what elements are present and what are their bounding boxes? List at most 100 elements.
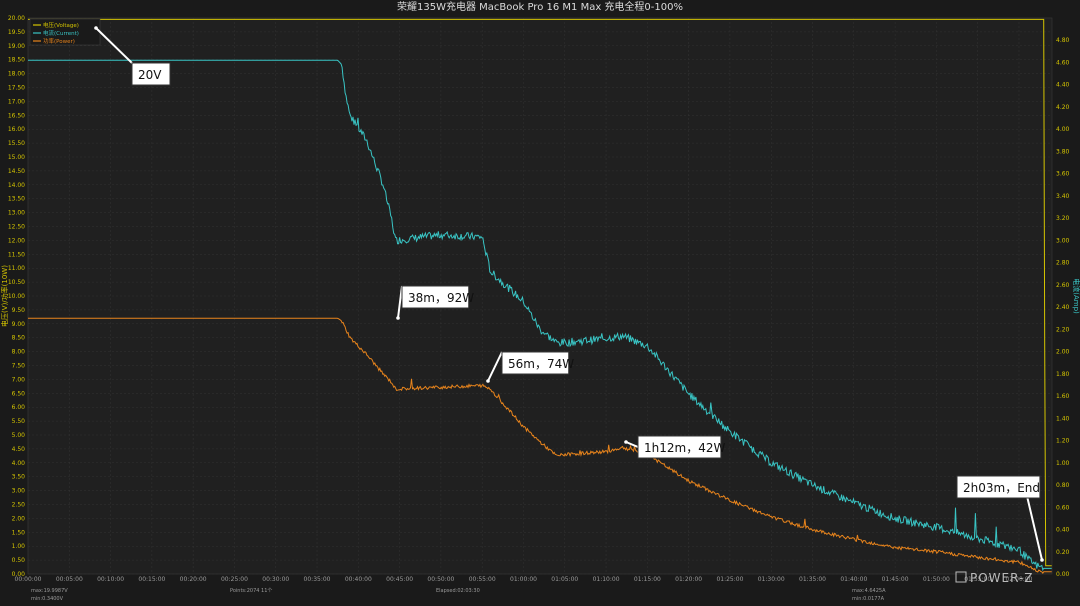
x-tick-label: 01:15:00 — [634, 576, 661, 583]
y-right-tick-label: 4.80 — [1056, 37, 1070, 44]
y-left-tick-label: 3.00 — [12, 488, 26, 495]
legend-label: 电压(Voltage) — [43, 21, 79, 29]
y-right-tick-label: 2.20 — [1056, 326, 1070, 333]
y-left-tick-label: 14.50 — [8, 168, 25, 175]
y-left-tick-label: 7.00 — [12, 376, 26, 383]
x-tick-label: 00:45:00 — [386, 576, 413, 583]
y-right-tick-label: 4.40 — [1056, 82, 1070, 89]
y-left-tick-label: 2.50 — [12, 502, 26, 509]
x-tick-label: 00:55:00 — [469, 576, 496, 583]
watermark-text: POWER-Z — [970, 571, 1034, 585]
y-axis-label-left: 电压(V)/功率(10W) — [0, 265, 9, 327]
y-right-tick-label: 4.60 — [1056, 59, 1070, 66]
x-tick-label: 00:05:00 — [56, 576, 83, 583]
y-left-tick-label: 5.50 — [12, 418, 26, 425]
y-left-tick-label: 12.00 — [8, 237, 25, 244]
x-tick-label: 01:00:00 — [510, 576, 537, 583]
annotation-label: 1h12m，42W — [644, 441, 725, 455]
annotation-arrowhead — [624, 440, 628, 444]
legend: 电压(Voltage)电流(Current)功率(Power) — [29, 18, 101, 46]
y-left-tick-label: 5.00 — [12, 432, 26, 439]
y-left-tick-label: 15.50 — [8, 140, 25, 147]
x-tick-label: 00:50:00 — [427, 576, 454, 583]
annotation-arrowhead — [94, 26, 98, 30]
y-right-tick-label: 1.20 — [1056, 438, 1070, 445]
x-tick-label: 01:30:00 — [758, 576, 785, 583]
y-left-tick-label: 17.50 — [8, 85, 25, 92]
y-left-tick-label: 10.50 — [8, 279, 25, 286]
y-right-tick-label: 0.20 — [1056, 549, 1070, 556]
x-tick-label: 01:40:00 — [840, 576, 867, 583]
footer-min-voltage: min:0.3400V — [31, 596, 64, 602]
y-right-tick-label: 0.60 — [1056, 504, 1070, 511]
annotation-label: 2h03m，End — [963, 481, 1040, 495]
y-left-tick-label: 19.00 — [8, 43, 25, 50]
chart-title: 荣耀135W充电器 MacBook Pro 16 M1 Max 充电全程0-10… — [397, 0, 683, 13]
y-left-tick-label: 16.50 — [8, 112, 25, 119]
y-right-tick-label: 1.40 — [1056, 415, 1070, 422]
y-left-tick-label: 0.50 — [12, 557, 26, 564]
y-left-tick-label: 8.50 — [12, 335, 26, 342]
chart: 荣耀135W充电器 MacBook Pro 16 M1 Max 充电全程0-10… — [0, 0, 1080, 606]
x-tick-label: 00:15:00 — [138, 576, 165, 583]
y-left-tick-label: 20.00 — [8, 15, 25, 22]
y-right-tick-label: 2.00 — [1056, 349, 1070, 356]
x-tick-label: 00:30:00 — [262, 576, 289, 583]
y-right-tick-label: 3.20 — [1056, 215, 1070, 222]
y-right-tick-label: 0.40 — [1056, 527, 1070, 534]
y-right-tick-label: 4.20 — [1056, 104, 1070, 111]
y-left-tick-label: 4.00 — [12, 460, 26, 467]
y-right-tick-label: 3.00 — [1056, 237, 1070, 244]
y-left-tick-label: 4.50 — [12, 446, 26, 453]
footer-max-current: max:4.6425A — [852, 588, 886, 594]
y-right-tick-label: 1.80 — [1056, 371, 1070, 378]
footer-points: Points:2074 11个 — [230, 588, 272, 594]
y-left-tick-label: 8.00 — [12, 349, 26, 356]
y-right-tick-label: 0.80 — [1056, 482, 1070, 489]
y-right-tick-label: 1.60 — [1056, 393, 1070, 400]
y-left-tick-label: 6.50 — [12, 390, 26, 397]
x-tick-label: 01:45:00 — [882, 576, 909, 583]
x-tick-label: 00:25:00 — [221, 576, 248, 583]
y-left-tick-label: 18.50 — [8, 57, 25, 64]
y-left-tick-label: 1.50 — [12, 529, 26, 536]
annotation-label: 20V — [138, 68, 162, 82]
annotation-label: 38m，92W — [408, 291, 474, 305]
y-left-tick-label: 3.50 — [12, 474, 26, 481]
y-right-tick-label: 3.80 — [1056, 148, 1070, 155]
y-right-tick-label: 2.80 — [1056, 260, 1070, 267]
y-left-tick-label: 12.50 — [8, 224, 25, 231]
y-right-tick-label: 2.40 — [1056, 304, 1070, 311]
y-left-tick-label: 17.00 — [8, 98, 25, 105]
annotation: 1h12m，42W — [624, 435, 725, 459]
y-right-tick-label: 2.60 — [1056, 282, 1070, 289]
y-left-tick-label: 2.00 — [12, 515, 26, 522]
y-right-tick-label: 4.00 — [1056, 126, 1070, 133]
x-tick-label: 00:35:00 — [304, 576, 331, 583]
y-left-tick-label: 13.50 — [8, 196, 25, 203]
y-left-tick-label: 10.00 — [8, 293, 25, 300]
x-tick-label: 00:20:00 — [180, 576, 207, 583]
footer-min-current: min:0.0177A — [852, 596, 885, 602]
x-tick-label: 01:20:00 — [675, 576, 702, 583]
y-right-tick-label: 3.40 — [1056, 193, 1070, 200]
y-right-tick-label: 3.60 — [1056, 171, 1070, 178]
x-tick-label: 00:40:00 — [345, 576, 372, 583]
x-tick-label: 01:25:00 — [716, 576, 743, 583]
annotation-arrowhead — [1040, 558, 1044, 562]
annotation-arrowhead — [486, 379, 490, 383]
y-right-tick-label: 1.00 — [1056, 460, 1070, 467]
x-tick-label: 01:50:00 — [923, 576, 950, 583]
y-left-tick-label: 13.00 — [8, 210, 25, 217]
annotation-arrowhead — [396, 316, 400, 320]
y-left-tick-label: 18.00 — [8, 71, 25, 78]
y-left-tick-label: 1.00 — [12, 543, 26, 550]
y-left-tick-label: 6.00 — [12, 404, 26, 411]
y-left-tick-label: 16.00 — [8, 126, 25, 133]
legend-label: 功率(Power) — [43, 37, 75, 45]
annotation-label: 56m，74W — [508, 357, 574, 371]
y-axis-label-right: 电流(Amp) — [1072, 278, 1080, 314]
x-tick-label: 00:10:00 — [97, 576, 124, 583]
x-tick-label: 00:00:00 — [15, 576, 42, 583]
y-left-tick-label: 11.00 — [8, 265, 25, 272]
